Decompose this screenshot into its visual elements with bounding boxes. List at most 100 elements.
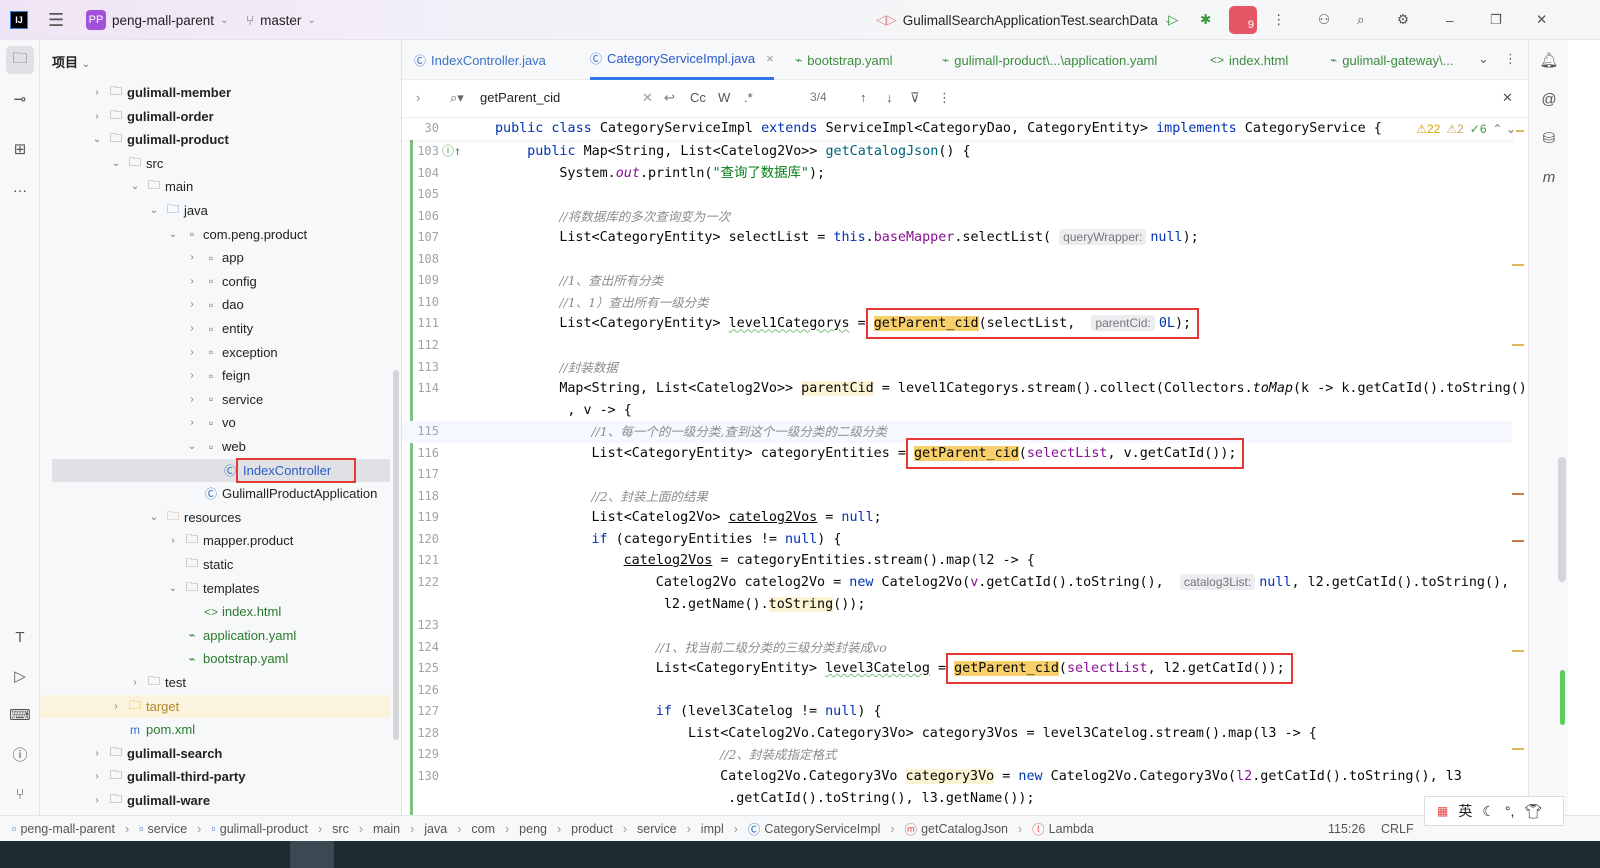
search-icon[interactable]: ⌕ bbox=[1357, 0, 1365, 40]
add-user-icon[interactable]: ⚇ bbox=[1318, 0, 1330, 40]
code-line[interactable]: 129 //2、封装成指定格式 bbox=[402, 744, 1512, 766]
expand-arrow-icon[interactable]: ⌄ bbox=[90, 134, 104, 145]
line-separator[interactable]: CRLF bbox=[1381, 822, 1414, 836]
tree-item[interactable]: ⌄ 🗀 java bbox=[40, 199, 390, 222]
expand-arrow-icon[interactable]: › bbox=[185, 299, 199, 310]
code-line[interactable]: 107 List<CategoryEntity> selectList = thi… bbox=[402, 227, 1512, 249]
branch-selector[interactable]: ⑂ master ⌄ bbox=[246, 0, 316, 40]
tree-item[interactable]: ⌄ 🗀 gulimall-product bbox=[40, 128, 390, 151]
breadcrumb-item[interactable]: peng bbox=[519, 822, 547, 836]
inspection-widget[interactable]: ⚠22 ⚠2 ✓6 ⌃ ⌄ bbox=[1416, 122, 1516, 136]
expand-arrow-icon[interactable]: › bbox=[185, 347, 199, 358]
breadcrumb-item[interactable]: main bbox=[373, 822, 400, 836]
tree-item[interactable]: ⌄ ▫ com.peng.product bbox=[40, 223, 390, 246]
breadcrumb-item[interactable]: impl bbox=[701, 822, 724, 836]
database-icon[interactable]: ⛁ bbox=[1537, 126, 1561, 150]
code-line[interactable]: 111 List<CategoryEntity> level1Categorys … bbox=[402, 308, 1512, 340]
breadcrumb-item[interactable]: src bbox=[332, 822, 349, 836]
clear-search-icon[interactable]: ✕ bbox=[642, 90, 653, 106]
code-line[interactable]: 128 List<Catelog2Vo.Category3Vo> category… bbox=[402, 723, 1512, 745]
punctuation-icon[interactable]: °, bbox=[1505, 803, 1515, 819]
code-line[interactable]: 121 catelog2Vos = categoryEntities.stream… bbox=[402, 550, 1512, 572]
code-line[interactable]: 112 bbox=[402, 335, 1512, 357]
tree-item[interactable]: › 🗀 gulimall-ware bbox=[40, 789, 390, 812]
tree-item[interactable]: ⌄ 🗀 resources bbox=[40, 506, 390, 529]
code-line[interactable]: 130 Catelog2Vo.Category3Vo category3Vo = … bbox=[402, 766, 1512, 788]
tree-item[interactable]: ⌄ ▫ web bbox=[40, 435, 390, 458]
breadcrumb-item[interactable]: Lambda bbox=[1049, 822, 1094, 836]
expand-arrow-icon[interactable]: ⌄ bbox=[185, 441, 199, 452]
expand-arrow-icon[interactable]: › bbox=[128, 677, 142, 688]
tree-item[interactable]: › ▫ service bbox=[40, 388, 390, 411]
sticky-class-header[interactable]: 30 public class CategoryServiceImpl exten… bbox=[402, 118, 1512, 140]
tree-item[interactable]: › 🗀 mapper.product bbox=[40, 529, 390, 552]
expand-arrow-icon[interactable]: › bbox=[185, 417, 199, 428]
tree-item[interactable]: › ▫ config bbox=[40, 270, 390, 293]
more-icon[interactable]: ⋮ bbox=[1272, 0, 1286, 40]
code-line[interactable]: 108 bbox=[402, 249, 1512, 271]
structure-icon[interactable]: ⊞ bbox=[6, 135, 34, 163]
expand-arrow-icon[interactable]: › bbox=[166, 535, 180, 546]
problems-icon[interactable]: ⓘ bbox=[6, 740, 34, 768]
expand-arrow-icon[interactable]: › bbox=[90, 111, 104, 122]
editor-scrollbar-thumb[interactable] bbox=[1558, 457, 1566, 582]
tree-item[interactable]: › ▫ exception bbox=[40, 341, 390, 364]
terminal-icon[interactable]: ⌨ bbox=[6, 701, 34, 729]
code-line[interactable]: 104 System.out.println("查询了数据库"); bbox=[402, 163, 1512, 185]
tree-item[interactable]: ⌄ 🗀 src bbox=[40, 152, 390, 175]
tree-item[interactable]: › 🗀 gulimall-order bbox=[40, 105, 390, 128]
close-window-icon[interactable]: ✕ bbox=[1536, 0, 1547, 40]
code-line[interactable]: 113 //封装数据 bbox=[402, 357, 1512, 379]
tree-item[interactable]: › 🗀 gulimall-third-party bbox=[40, 765, 390, 788]
expand-arrow-icon[interactable]: › bbox=[90, 795, 104, 806]
code-line[interactable]: 115 //1、每一个的一级分类,查到这个一级分类的二级分类 bbox=[402, 421, 1512, 443]
tree-item[interactable]: › ▫ vo bbox=[40, 411, 390, 434]
ime-language[interactable]: 英 bbox=[1458, 801, 1472, 821]
expand-arrow-icon[interactable]: ⌄ bbox=[128, 181, 142, 192]
history-icon[interactable]: ↩ bbox=[664, 90, 675, 106]
moon-icon[interactable]: ☾ bbox=[1482, 803, 1495, 820]
main-menu-icon[interactable]: ☰ bbox=[48, 0, 64, 40]
commit-icon[interactable]: ⊸ bbox=[6, 85, 34, 113]
project-folder-icon[interactable]: 🗀 bbox=[6, 46, 34, 74]
code-line[interactable]: l2.getName().toString()); bbox=[402, 594, 1512, 616]
code-line[interactable]: 114 Map<String, List<Catelog2Vo>> parentC… bbox=[402, 378, 1527, 400]
implements-gutter-icon[interactable]: ⓘ↑ bbox=[442, 141, 461, 163]
code-line[interactable]: , v -> { bbox=[402, 400, 1512, 422]
tab-index-html[interactable]: <> index.html bbox=[1210, 40, 1288, 80]
expand-arrow-icon[interactable]: › bbox=[185, 252, 199, 263]
tab-more-icon[interactable]: ⋮ bbox=[1504, 51, 1517, 67]
tree-item[interactable]: › 🗀 test bbox=[40, 671, 390, 694]
breadcrumb-item[interactable]: product bbox=[571, 822, 613, 836]
expand-arrow-icon[interactable]: › bbox=[109, 701, 123, 712]
expand-arrow-icon[interactable]: › bbox=[90, 748, 104, 759]
tree-item[interactable]: ⌁ bootstrap.yaml bbox=[40, 647, 390, 670]
close-find-icon[interactable]: ✕ bbox=[1502, 90, 1513, 106]
tab-gulimall-gateway-[interactable]: ⌁ gulimall-gateway\... bbox=[1330, 40, 1454, 80]
filter-icon[interactable]: ⊽ bbox=[910, 90, 920, 106]
project-panel-title[interactable]: 项目 ⌄ bbox=[52, 52, 90, 71]
expand-arrow-icon[interactable]: ⌄ bbox=[166, 229, 180, 240]
code-line[interactable]: 120 if (categoryEntities != null) { bbox=[402, 529, 1512, 551]
tree-item[interactable]: › 🗀 gulimall-search bbox=[40, 742, 390, 765]
tree-item[interactable]: Ⓒ IndexController bbox=[52, 457, 390, 483]
minimize-icon[interactable]: – bbox=[1446, 0, 1454, 40]
close-tab-icon[interactable]: × bbox=[766, 51, 774, 66]
run-icon[interactable]: ▷ bbox=[1168, 0, 1178, 40]
breadcrumb-item[interactable]: getCatalogJson bbox=[921, 822, 1008, 836]
tab-gulimall-product-application-yaml[interactable]: ⌁ gulimall-product\...\application.yaml bbox=[942, 40, 1157, 80]
tree-item[interactable]: ⌄ 🗀 main bbox=[40, 175, 390, 198]
restore-icon[interactable]: ❐ bbox=[1490, 0, 1502, 40]
expand-arrow-icon[interactable]: ⌄ bbox=[147, 205, 161, 216]
code-line[interactable]: 127 if (level3Catelog != null) { bbox=[402, 701, 1512, 723]
settings-gear-icon[interactable]: ⚙ bbox=[1397, 0, 1409, 40]
tree-item[interactable]: <> index.html bbox=[40, 600, 390, 623]
tree-item[interactable]: › ▫ feign bbox=[40, 364, 390, 387]
code-line[interactable]: .getCatId().toString(), l3.getName()); bbox=[402, 788, 1512, 810]
search-input[interactable]: getParent_cid bbox=[480, 90, 560, 105]
previous-match-icon[interactable]: ↑ bbox=[860, 90, 867, 105]
services-icon[interactable]: ▷ bbox=[6, 662, 34, 690]
shirt-icon[interactable]: 👕︎ bbox=[1524, 803, 1542, 820]
code-line[interactable]: 123 bbox=[402, 615, 1512, 637]
expand-arrow-icon[interactable]: › bbox=[90, 87, 104, 98]
